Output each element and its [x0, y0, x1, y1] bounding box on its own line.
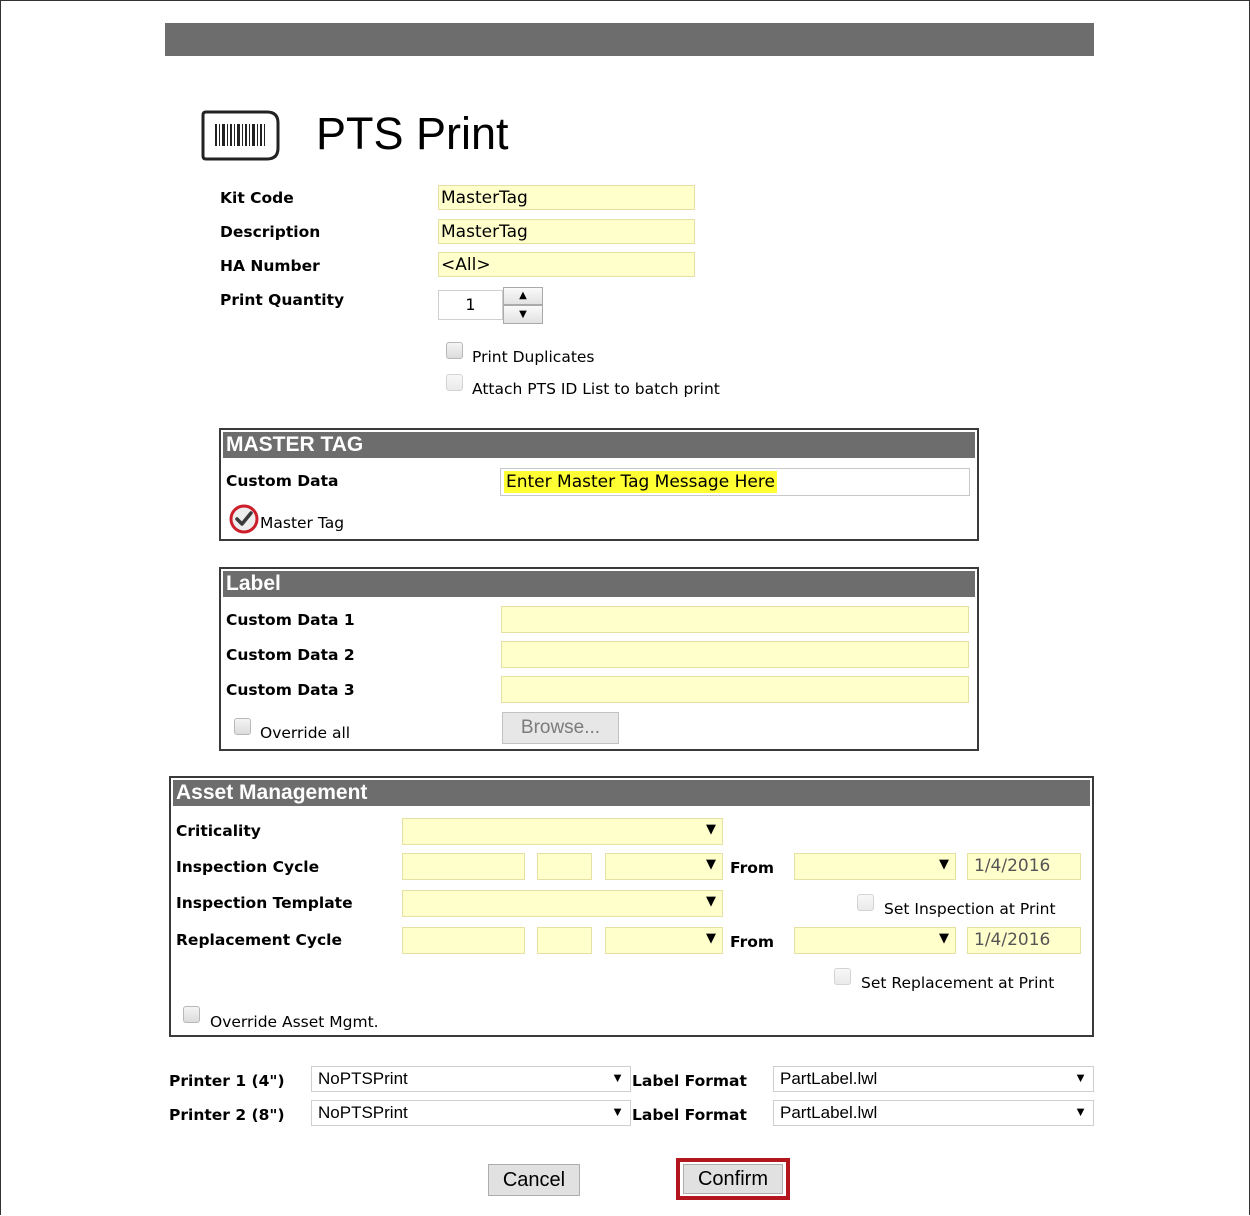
- replacement-from-label: From: [730, 933, 775, 951]
- kit-code-label: Kit Code: [220, 189, 294, 207]
- printer-1-value: NoPTSPrint: [318, 1069, 408, 1088]
- set-inspection-label: Set Inspection at Print: [884, 900, 1056, 918]
- inspection-cycle-label: Inspection Cycle: [176, 858, 320, 876]
- printer-2-label: Printer 2 (8"): [169, 1106, 285, 1124]
- printer-2-value: NoPTSPrint: [318, 1103, 408, 1122]
- custom-data-1-field[interactable]: [501, 606, 969, 633]
- printer-2-select[interactable]: NoPTSPrint ▼: [311, 1100, 631, 1126]
- label-format-1-label: Label Format: [632, 1072, 747, 1090]
- description-label: Description: [220, 223, 321, 241]
- print-quantity-label: Print Quantity: [220, 291, 345, 309]
- ha-number-field[interactable]: <All>: [438, 252, 695, 277]
- asset-management-title: Asset Management: [173, 780, 1090, 806]
- replacement-from-select[interactable]: ▼: [794, 927, 956, 954]
- label-format-1-select[interactable]: PartLabel.lwl ▼: [773, 1066, 1094, 1092]
- label-panel-title: Label: [223, 571, 975, 597]
- confirm-highlight: Confirm: [676, 1158, 790, 1200]
- printer-1-select[interactable]: NoPTSPrint ▼: [311, 1066, 631, 1092]
- dropdown-arrow-icon: ▼: [939, 857, 949, 872]
- print-duplicates-checkbox[interactable]: [446, 342, 463, 359]
- page-title: PTS Print: [316, 108, 509, 159]
- label-format-2-value: PartLabel.lwl: [780, 1103, 878, 1122]
- dropdown-arrow-icon: ▼: [611, 1070, 624, 1085]
- custom-data-3-label: Custom Data 3: [226, 681, 355, 699]
- label-format-2-select[interactable]: PartLabel.lwl ▼: [773, 1100, 1094, 1126]
- override-all-checkbox[interactable]: [234, 718, 251, 735]
- inspection-cycle-unit-field[interactable]: [537, 853, 592, 880]
- browse-button[interactable]: Browse...: [502, 712, 619, 744]
- custom-data-1-label: Custom Data 1: [226, 611, 355, 629]
- check-circle-icon: [229, 504, 259, 534]
- dropdown-arrow-icon: ▼: [611, 1104, 624, 1119]
- inspection-cycle-period-select[interactable]: ▼: [605, 853, 723, 880]
- inspection-from-select[interactable]: ▼: [794, 853, 956, 880]
- replacement-date-field[interactable]: 1/4/2016: [967, 927, 1081, 954]
- printer-1-label: Printer 1 (4"): [169, 1072, 285, 1090]
- criticality-select[interactable]: ▼: [402, 818, 723, 845]
- kit-code-field[interactable]: MasterTag: [438, 185, 695, 210]
- attach-list-checkbox[interactable]: [446, 374, 463, 391]
- label-format-1-value: PartLabel.lwl: [780, 1069, 878, 1088]
- decrement-button[interactable]: ▼: [503, 305, 543, 324]
- set-replacement-checkbox[interactable]: [834, 968, 851, 985]
- master-tag-label: Master Tag: [260, 514, 345, 532]
- attach-list-label: Attach PTS ID List to batch print: [472, 380, 720, 398]
- dropdown-arrow-icon: ▼: [1074, 1104, 1087, 1119]
- dropdown-arrow-icon: ▼: [706, 822, 716, 837]
- set-inspection-checkbox[interactable]: [857, 894, 874, 911]
- inspection-cycle-value-field[interactable]: [402, 853, 525, 880]
- dropdown-arrow-icon: ▼: [706, 857, 716, 872]
- inspection-template-select[interactable]: ▼: [402, 890, 723, 917]
- override-asset-checkbox[interactable]: [183, 1006, 200, 1023]
- replacement-cycle-label: Replacement Cycle: [176, 931, 343, 949]
- master-tag-checkbox[interactable]: [229, 504, 259, 534]
- override-all-label: Override all: [260, 724, 351, 742]
- confirm-button[interactable]: Confirm: [683, 1164, 783, 1194]
- criticality-label: Criticality: [176, 822, 261, 840]
- custom-data-field[interactable]: Enter Master Tag Message Here: [500, 468, 970, 496]
- ha-number-label: HA Number: [220, 257, 320, 275]
- override-asset-label: Override Asset Mgmt.: [210, 1013, 379, 1031]
- inspection-from-label: From: [730, 859, 775, 877]
- custom-data-3-field[interactable]: [501, 676, 969, 703]
- print-duplicates-label: Print Duplicates: [472, 348, 595, 366]
- custom-data-2-field[interactable]: [501, 641, 969, 668]
- barcode-icon: [201, 108, 281, 162]
- replacement-cycle-value-field[interactable]: [402, 927, 525, 954]
- description-field[interactable]: MasterTag: [438, 219, 695, 244]
- quantity-stepper[interactable]: 1 ▲ ▼: [438, 287, 543, 324]
- top-banner: [165, 23, 1094, 56]
- custom-data-2-label: Custom Data 2: [226, 646, 355, 664]
- increment-button[interactable]: ▲: [503, 287, 543, 305]
- dropdown-arrow-icon: ▼: [706, 894, 716, 909]
- replacement-cycle-period-select[interactable]: ▼: [605, 927, 723, 954]
- replacement-cycle-unit-field[interactable]: [537, 927, 592, 954]
- label-panel: Label Custom Data 1 Custom Data 2 Custom…: [219, 567, 979, 751]
- custom-data-value: Enter Master Tag Message Here: [504, 471, 777, 493]
- master-tag-title: MASTER TAG: [223, 432, 975, 458]
- custom-data-label: Custom Data: [226, 472, 339, 490]
- inspection-template-label: Inspection Template: [176, 894, 353, 912]
- cancel-button[interactable]: Cancel: [488, 1164, 580, 1196]
- dropdown-arrow-icon: ▼: [939, 931, 949, 946]
- dropdown-arrow-icon: ▼: [1074, 1070, 1087, 1085]
- set-replacement-label: Set Replacement at Print: [861, 974, 1055, 992]
- label-format-2-label: Label Format: [632, 1106, 747, 1124]
- quantity-value[interactable]: 1: [438, 290, 503, 320]
- dropdown-arrow-icon: ▼: [706, 931, 716, 946]
- inspection-date-field[interactable]: 1/4/2016: [967, 853, 1081, 880]
- master-tag-panel: MASTER TAG Custom Data Enter Master Tag …: [219, 428, 979, 541]
- asset-management-panel: Asset Management Criticality ▼ Inspectio…: [169, 776, 1094, 1037]
